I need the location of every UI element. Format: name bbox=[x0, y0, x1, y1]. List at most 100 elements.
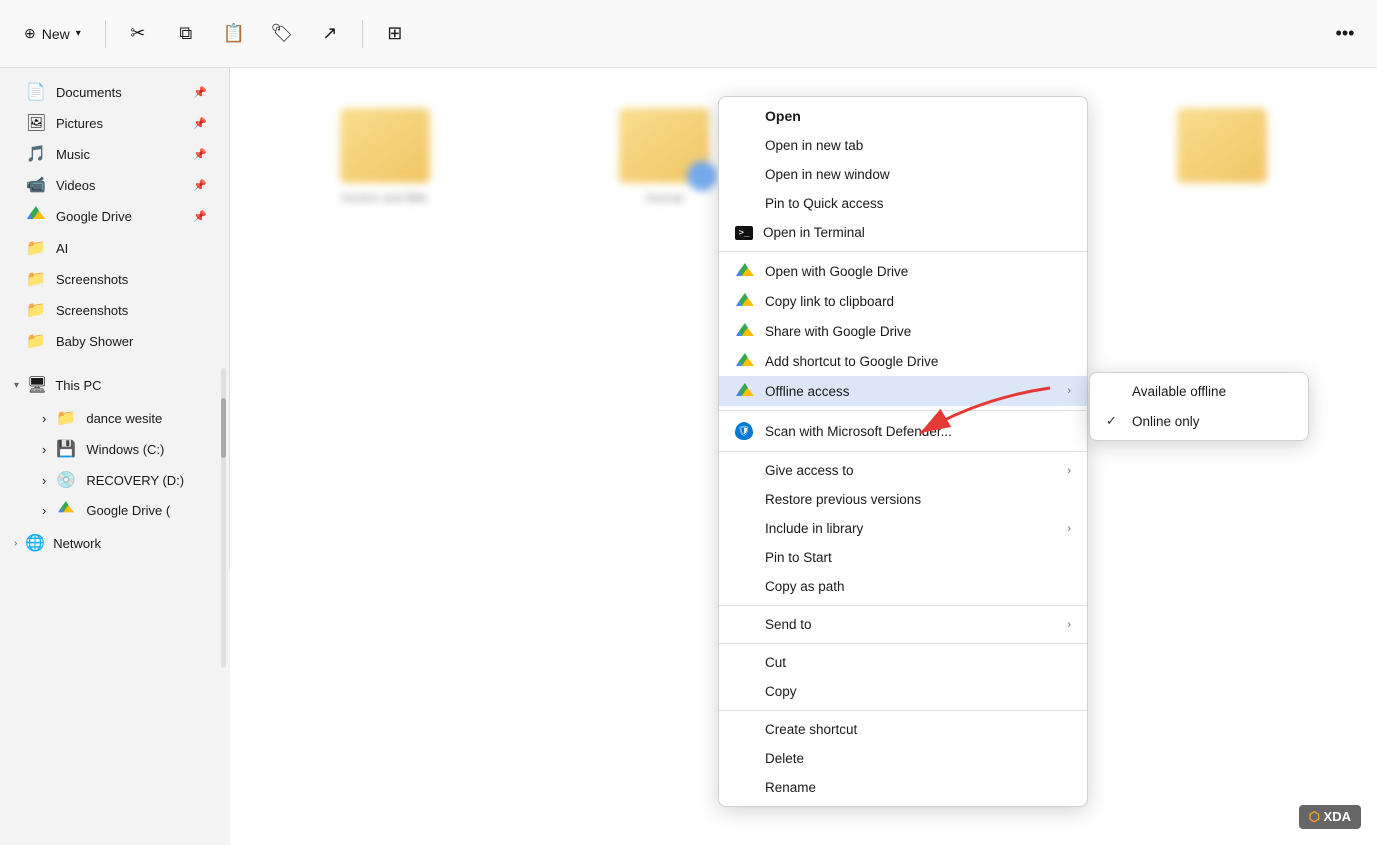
view-button[interactable]: ⊞ bbox=[375, 14, 415, 54]
menu-open-label: Open bbox=[765, 108, 1071, 124]
sidebar-item-dance-website[interactable]: › 📁 dance wesite bbox=[6, 403, 223, 433]
new-button[interactable]: ⊕ New ▾ bbox=[12, 19, 93, 48]
sidebar-label-baby-shower: Baby Shower bbox=[56, 334, 133, 349]
screenshots1-icon: 📁 bbox=[26, 269, 46, 289]
menu-open-gdrive-label: Open with Google Drive bbox=[765, 264, 1071, 279]
sidebar-label-documents: Documents bbox=[56, 85, 122, 100]
menu-copy-link-label: Copy link to clipboard bbox=[765, 294, 1071, 309]
sidebar-item-ai[interactable]: 📁 AI bbox=[6, 233, 223, 263]
paste-button[interactable]: 📋 bbox=[214, 14, 254, 54]
sidebar-item-pictures[interactable]: 🖼 Pictures 📌 bbox=[6, 108, 223, 138]
menu-scan-defender-label: Scan with Microsoft Defender... bbox=[765, 424, 1071, 439]
sidebar: 📄 Documents 📌 🖼 Pictures 📌 🎵 Music 📌 📹 V… bbox=[0, 68, 230, 569]
menu-item-copy-file[interactable]: Copy bbox=[719, 677, 1087, 706]
xda-label: XDA bbox=[1324, 809, 1351, 824]
menu-item-create-shortcut[interactable]: Create shortcut bbox=[719, 715, 1087, 744]
sidebar-item-screenshots-1[interactable]: 📁 Screenshots bbox=[6, 264, 223, 294]
menu-item-share-gdrive[interactable]: Share with Google Drive bbox=[719, 316, 1087, 346]
menu-copy-label: Copy bbox=[765, 684, 1071, 699]
menu-item-open[interactable]: Open bbox=[719, 101, 1087, 131]
menu-item-delete[interactable]: Delete bbox=[719, 744, 1087, 773]
menu-item-copy-as-path[interactable]: Copy as path bbox=[719, 572, 1087, 601]
recovery-d-chevron: › bbox=[42, 473, 46, 488]
copy-button[interactable]: ⧉ bbox=[166, 14, 206, 54]
menu-item-cut[interactable]: Cut bbox=[719, 648, 1087, 677]
submenu-item-online-only[interactable]: ✓ Online only bbox=[1090, 406, 1308, 436]
menu-item-send-to[interactable]: Send to › bbox=[719, 610, 1087, 639]
context-menu-separator-3 bbox=[719, 451, 1087, 452]
menu-open-new-window-label: Open in new window bbox=[765, 167, 1071, 182]
terminal-icon: >_ bbox=[735, 226, 753, 240]
submenu-online-only-label: Online only bbox=[1132, 414, 1200, 429]
menu-item-offline-access[interactable]: Offline access › Available offline ✓ Onl… bbox=[719, 376, 1087, 406]
menu-delete-label: Delete bbox=[765, 751, 1071, 766]
toolbar-separator-2 bbox=[362, 20, 363, 48]
submenu-item-available-offline[interactable]: Available offline bbox=[1090, 377, 1308, 406]
sidebar-item-google-drive[interactable]: Google Drive 📌 bbox=[6, 201, 223, 232]
pictures-icon: 🖼 bbox=[26, 113, 46, 133]
sidebar-label-google-drive: Google Drive bbox=[56, 209, 132, 224]
gdrive-icon-2 bbox=[735, 293, 755, 309]
menu-item-include-library[interactable]: Include in library › bbox=[719, 514, 1087, 543]
windows-c-icon: 💾 bbox=[56, 439, 76, 459]
sidebar-label-ai: AI bbox=[56, 241, 68, 256]
menu-item-scan-defender[interactable]: 🛡 Scan with Microsoft Defender... bbox=[719, 415, 1087, 447]
menu-give-access-label: Give access to bbox=[765, 463, 1057, 478]
sidebar-label-google-drive-g: Google Drive ( bbox=[86, 503, 170, 518]
menu-cut-label: Cut bbox=[765, 655, 1071, 670]
sidebar-item-screenshots-2[interactable]: 📁 Screenshots bbox=[6, 295, 223, 325]
menu-item-open-gdrive[interactable]: Open with Google Drive bbox=[719, 256, 1087, 286]
menu-item-restore-versions[interactable]: Restore previous versions bbox=[719, 485, 1087, 514]
dance-website-chevron: › bbox=[42, 411, 46, 426]
this-pc-section[interactable]: ▾ 🖥 This PC bbox=[4, 369, 225, 401]
cut-button[interactable]: ✂ bbox=[118, 14, 158, 54]
toolbar-separator-1 bbox=[105, 20, 106, 48]
sidebar-label-music: Music bbox=[56, 147, 90, 162]
sidebar-scrollbar-track[interactable] bbox=[221, 368, 226, 668]
gdrive-icon-3 bbox=[735, 323, 755, 339]
menu-item-open-terminal[interactable]: >_ Open in Terminal bbox=[719, 218, 1087, 247]
menu-restore-versions-label: Restore previous versions bbox=[765, 492, 1071, 507]
network-icon: 🌐 bbox=[25, 533, 45, 553]
xda-watermark: ⬡ XDA bbox=[1299, 805, 1361, 829]
rename-button[interactable]: 🏷 bbox=[262, 14, 302, 54]
sidebar-item-windows-c[interactable]: › 💾 Windows (C:) bbox=[6, 434, 223, 464]
menu-item-give-access[interactable]: Give access to › bbox=[719, 456, 1087, 485]
main-layout: 📄 Documents 📌 🖼 Pictures 📌 🎵 Music 📌 📹 V… bbox=[0, 68, 1377, 845]
gdrive-icon-4 bbox=[735, 353, 755, 369]
share-button[interactable]: ↗ bbox=[310, 14, 350, 54]
music-icon: 🎵 bbox=[26, 144, 46, 164]
this-pc-label: This PC bbox=[55, 378, 101, 393]
toolbar: ⊕ New ▾ ✂ ⧉ 📋 🏷 ↗ ⊞ ••• bbox=[0, 0, 1377, 68]
menu-item-open-new-window[interactable]: Open in new window bbox=[719, 160, 1087, 189]
menu-item-open-new-tab[interactable]: Open in new tab bbox=[719, 131, 1087, 160]
menu-share-gdrive-label: Share with Google Drive bbox=[765, 324, 1071, 339]
dance-website-icon: 📁 bbox=[56, 408, 76, 428]
sidebar-item-baby-shower[interactable]: 📁 Baby Shower bbox=[6, 326, 223, 356]
menu-item-pin-quick-access[interactable]: Pin to Quick access bbox=[719, 189, 1087, 218]
google-drive-g-icon bbox=[56, 501, 76, 520]
offline-access-submenu: Available offline ✓ Online only bbox=[1089, 372, 1309, 441]
content-area: Invoice and Bills 👤 Journal ☁ Loan Docum… bbox=[230, 68, 1377, 845]
sidebar-item-music[interactable]: 🎵 Music 📌 bbox=[6, 139, 223, 169]
submenu-available-offline-label: Available offline bbox=[1132, 384, 1226, 399]
this-pc-icon: 🖥 bbox=[27, 375, 47, 395]
menu-include-library-label: Include in library bbox=[765, 521, 1057, 536]
sidebar-item-documents[interactable]: 📄 Documents 📌 bbox=[6, 77, 223, 107]
context-menu-separator-2 bbox=[719, 410, 1087, 411]
menu-item-copy-link[interactable]: Copy link to clipboard bbox=[719, 286, 1087, 316]
menu-send-to-label: Send to bbox=[765, 617, 1057, 632]
recovery-d-icon: 💿 bbox=[56, 470, 76, 490]
sidebar-item-videos[interactable]: 📹 Videos 📌 bbox=[6, 170, 223, 200]
more-options-button[interactable]: ••• bbox=[1325, 14, 1365, 54]
sidebar-item-google-drive-g[interactable]: › Google Drive ( bbox=[6, 496, 223, 525]
sidebar-item-recovery-d[interactable]: › 💿 RECOVERY (D:) bbox=[6, 465, 223, 495]
google-drive-icon bbox=[26, 206, 46, 227]
menu-item-pin-start[interactable]: Pin to Start bbox=[719, 543, 1087, 572]
network-section[interactable]: › 🌐 Network bbox=[4, 527, 225, 559]
menu-open-terminal-label: Open in Terminal bbox=[763, 225, 1071, 240]
menu-item-add-shortcut[interactable]: Add shortcut to Google Drive bbox=[719, 346, 1087, 376]
context-menu-separator-5 bbox=[719, 643, 1087, 644]
gdrive-icon-5 bbox=[735, 383, 755, 399]
menu-item-rename[interactable]: Rename bbox=[719, 773, 1087, 802]
